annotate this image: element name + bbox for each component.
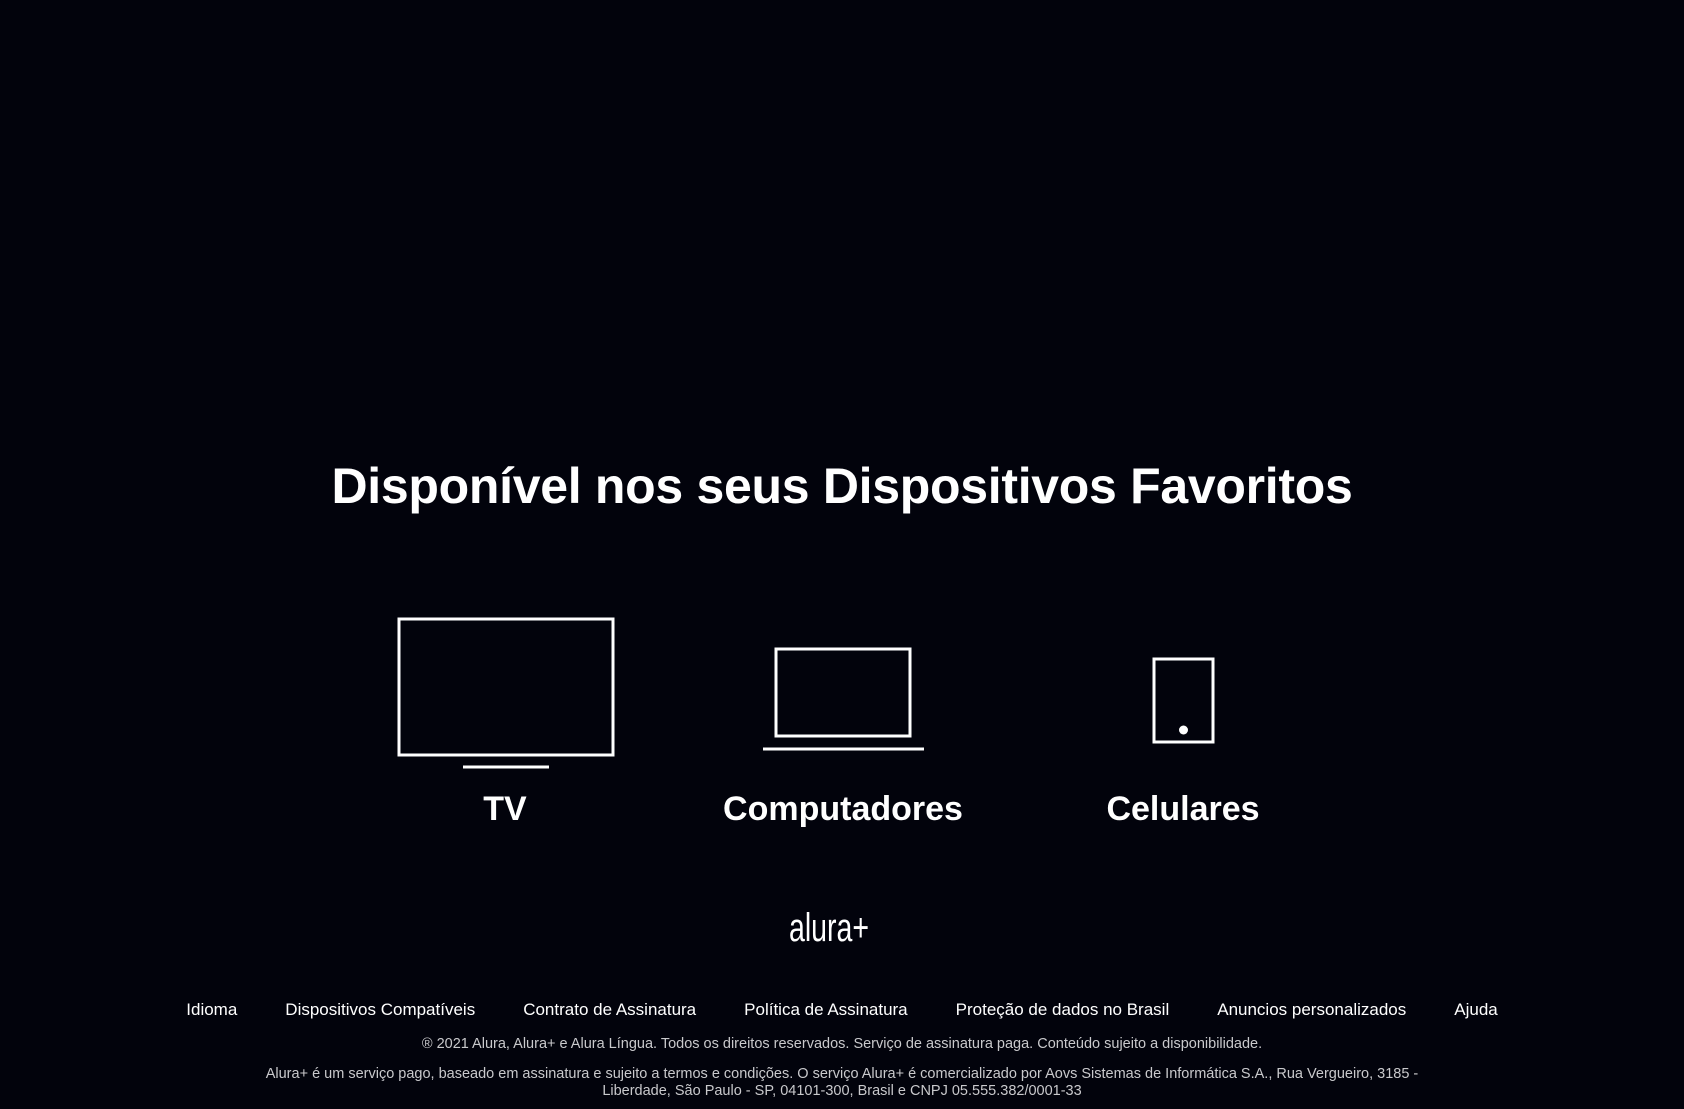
footer-link-help[interactable]: Ajuda xyxy=(1454,999,1497,1021)
copyright-text: ® 2021 Alura, Alura+ e Alura Língua. Tod… xyxy=(421,1036,1263,1052)
footer-link-data-protection[interactable]: Proteção de dados no Brasil xyxy=(956,999,1170,1021)
footer-nav: Idioma Dispositivos Compatíveis Contrato… xyxy=(0,999,1684,1021)
footer-link-compatible-devices[interactable]: Dispositivos Compatíveis xyxy=(285,999,475,1021)
footer-link-personalized-ads[interactable]: Anuncios personalizados xyxy=(1217,999,1406,1021)
device-label-mobile: Celulares xyxy=(1106,790,1260,828)
alura-plus-logo[interactable]: alura+ xyxy=(0,905,1684,954)
device-mobile: Celulares xyxy=(983,612,1383,842)
footer-link-subscription-contract[interactable]: Contrato de Assinatura xyxy=(523,999,696,1021)
footer-link-subscription-policy[interactable]: Política de Assinatura xyxy=(744,999,907,1021)
mobile-phone-icon xyxy=(983,612,1383,772)
legal-text: Alura+ é um serviço pago, baseado em ass… xyxy=(265,1066,1419,1099)
footer-link-idioma[interactable]: Idioma xyxy=(186,999,237,1021)
logo-wordmark: alura+ xyxy=(789,906,869,949)
devices-section-title: Disponível nos seus Dispositivos Favorit… xyxy=(331,458,1353,514)
